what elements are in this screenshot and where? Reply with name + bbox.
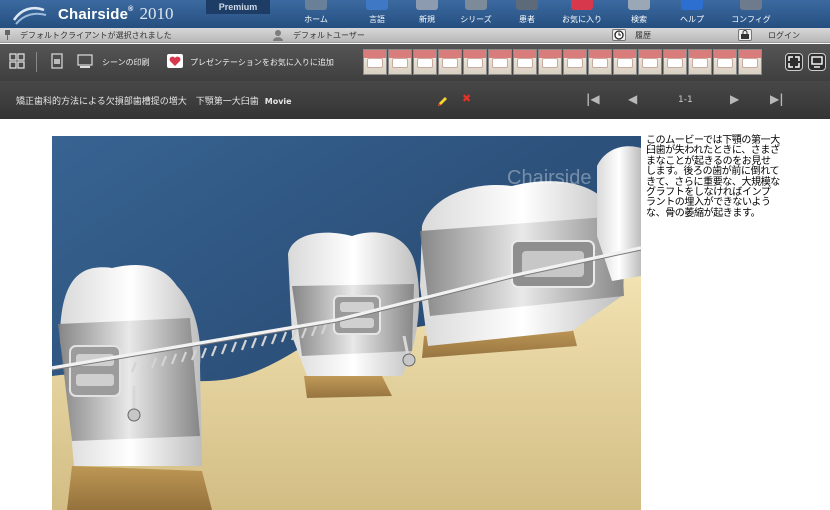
scene-thumbnail[interactable] (713, 49, 737, 75)
scene-title-bar: 矯正歯科的方法による欠損部歯槽提の増大 下顎第一大臼歯 Movie ✖ |◀ ◀ … (0, 81, 830, 119)
scene-thumbnail[interactable] (463, 49, 487, 75)
scene-thumbnail[interactable] (438, 49, 462, 75)
scene-thumbnail[interactable] (613, 49, 637, 75)
scene-thumbnail[interactable] (488, 49, 512, 75)
clock-icon[interactable] (612, 29, 626, 41)
scene-thumbnail[interactable] (638, 49, 662, 75)
fit-screen-icon[interactable] (8, 52, 26, 70)
scene-thumbnail[interactable] (588, 49, 612, 75)
scene-thumbnail[interactable] (413, 49, 437, 75)
add-favorite-button[interactable]: プレゼンテーションをお気に入りに追加 (190, 57, 334, 68)
toolbar-divider (36, 52, 37, 72)
close-icon[interactable]: ✖ (462, 92, 471, 105)
scene-thumbnail[interactable] (538, 49, 562, 75)
scene-thumbnail[interactable] (388, 49, 412, 75)
toolbar: シーンの印刷 プレゼンテーションをお気に入りに追加 (0, 44, 830, 81)
nav-label: 新規 (419, 15, 435, 24)
favorites-icon (571, 0, 593, 10)
history-button[interactable]: 履歴 (635, 30, 651, 41)
config-icon (740, 0, 762, 10)
nav-item-3[interactable]: シリーズ (449, 0, 503, 28)
print-scene-button[interactable]: シーンの印刷 (102, 57, 150, 68)
scene-thumbnail[interactable] (563, 49, 587, 75)
nav-item-8[interactable]: コンフィグ (719, 0, 783, 28)
nav-item-1[interactable]: 言語 (349, 0, 405, 28)
document-icon[interactable] (48, 52, 66, 70)
previous-page-icon[interactable]: ◀ (628, 92, 637, 106)
scene-description: このムービーでは下顎の第一大臼歯が失われたときに、さまざまなことが起きるのをお見… (646, 135, 780, 219)
nav-item-0[interactable]: ホーム (283, 0, 349, 28)
app-year: 2010 (139, 4, 174, 23)
home-icon (305, 0, 327, 10)
heart-icon[interactable] (166, 52, 184, 70)
nav-item-7[interactable]: ヘルプ (665, 0, 719, 28)
status-bar: デフォルトクライアントが選択されました デフォルトユーザー 履歴 ログイン (0, 28, 830, 43)
top-bar: Chairside® 2010 Premium ホーム 言語 新規 シリーズ 患者 お気に… (0, 0, 830, 28)
language-icon (366, 0, 388, 10)
nav-label: 患者 (519, 15, 535, 24)
scene-title: 矯正歯科的方法による欠損部歯槽提の増大 下顎第一大臼歯 Movie (16, 97, 292, 107)
series-icon (465, 0, 487, 10)
app-window: Chairside® 2010 Premium ホーム 言語 新規 シリーズ 患者 お気に… (0, 0, 830, 510)
nav-label: シリーズ (460, 15, 492, 24)
chairside-logo-icon (0, 0, 47, 28)
current-user[interactable]: デフォルトユーザー (293, 30, 365, 41)
page-indicator: 1-1 (678, 95, 693, 105)
main-nav: ホーム 言語 新規 シリーズ 患者 お気に入り 検索 ヘルプ コンフィグ (283, 0, 783, 28)
nav-label: 言語 (369, 15, 385, 24)
next-page-icon[interactable]: ▶ (730, 92, 739, 106)
client-status: デフォルトクライアントが選択されました (20, 31, 172, 40)
scene-thumbnail[interactable] (738, 49, 762, 75)
app-name: Chairside® (58, 5, 134, 23)
video-watermark: Chairside (507, 167, 591, 189)
pencil-icon[interactable] (436, 93, 448, 106)
scene-thumbnails (363, 49, 762, 75)
nav-label: コンフィグ (731, 15, 771, 24)
print-icon[interactable] (76, 52, 94, 70)
new-icon (416, 0, 438, 10)
nav-item-4[interactable]: 患者 (503, 0, 551, 28)
nav-item-6[interactable]: 検索 (613, 0, 665, 28)
last-page-icon[interactable]: ▶| (770, 92, 784, 106)
lock-icon[interactable] (738, 29, 752, 41)
edition-badge: Premium (206, 0, 270, 14)
help-icon (681, 0, 703, 10)
scene-thumbnail[interactable] (688, 49, 712, 75)
scene-thumbnail[interactable] (363, 49, 387, 75)
nav-item-2[interactable]: 新規 (405, 0, 449, 28)
brand: Chairside® 2010 (0, 0, 174, 28)
presentation-icon[interactable] (808, 53, 826, 71)
expand-icon[interactable] (785, 53, 803, 71)
nav-label: ホーム (304, 15, 328, 24)
login-button[interactable]: ログイン (768, 30, 800, 41)
scene-type: Movie (264, 97, 292, 106)
user-icon (272, 29, 284, 41)
search-icon (628, 0, 650, 10)
dental-scene-illustration: Chairside (52, 136, 641, 510)
nav-label: ヘルプ (680, 15, 704, 24)
movie-player[interactable]: Chairside (52, 136, 641, 510)
scene-thumbnail[interactable] (663, 49, 687, 75)
nav-label: お気に入り (562, 15, 602, 24)
nav-label: 検索 (631, 15, 647, 24)
scene-thumbnail[interactable] (513, 49, 537, 75)
pin-icon (3, 30, 12, 40)
patient-icon (516, 0, 538, 10)
first-page-icon[interactable]: |◀ (586, 92, 600, 106)
nav-item-5[interactable]: お気に入り (551, 0, 613, 28)
